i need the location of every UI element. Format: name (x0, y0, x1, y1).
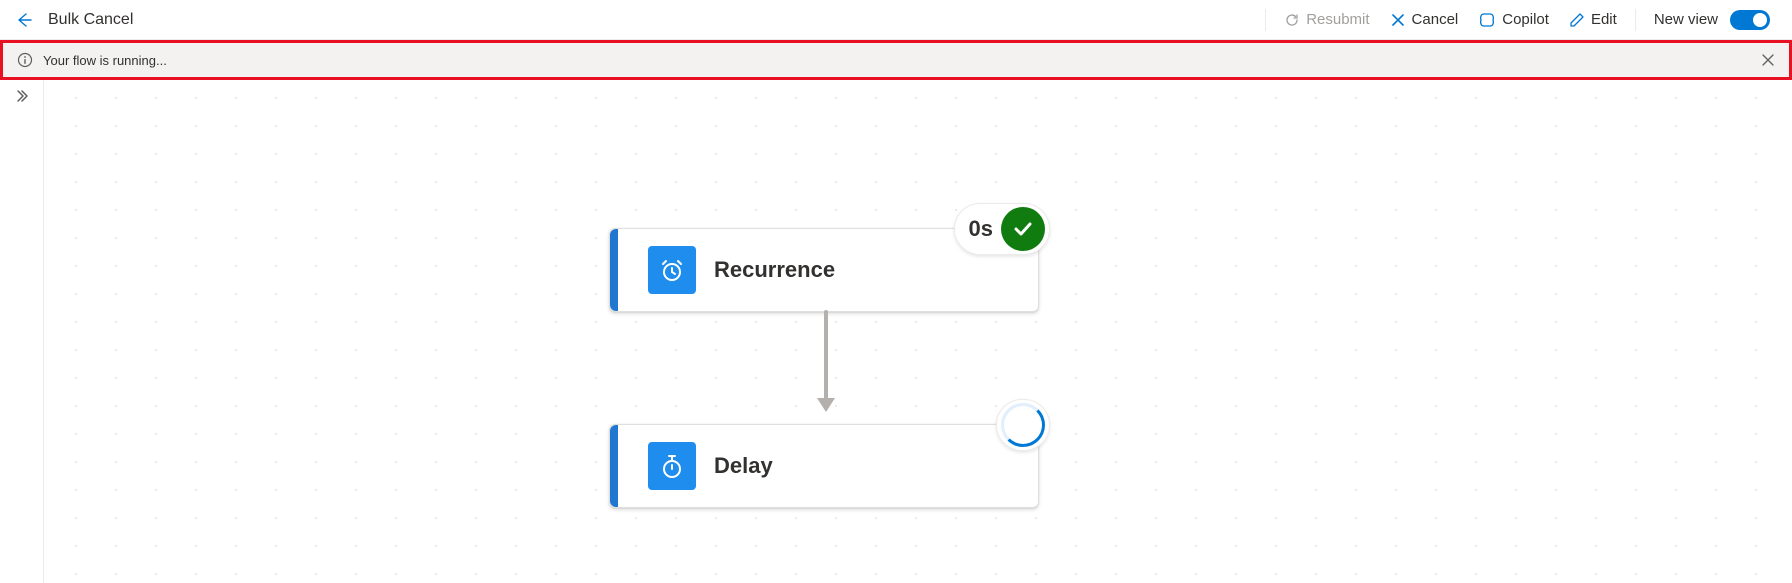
infobar-message: Your flow is running... (43, 53, 167, 68)
flow-node-delay[interactable]: Delay (609, 424, 1039, 508)
infobar-highlight: Your flow is running... (0, 40, 1792, 80)
canvas-area: Recurrence 0s Delay (0, 80, 1792, 583)
node-status-badge (996, 399, 1050, 451)
node-label: Recurrence (714, 257, 835, 283)
cancel-button[interactable]: Cancel (1382, 7, 1467, 32)
clock-icon (648, 246, 696, 294)
edit-label: Edit (1591, 11, 1617, 28)
status-duration: 0s (969, 216, 993, 242)
resubmit-label: Resubmit (1306, 11, 1369, 28)
copilot-label: Copilot (1502, 11, 1549, 28)
infobar: Your flow is running... (3, 43, 1789, 77)
node-accent (610, 425, 618, 507)
flow-canvas[interactable]: Recurrence 0s Delay (44, 80, 1792, 583)
separator (1635, 9, 1636, 31)
node-accent (610, 229, 618, 311)
new-view-toggle-group: New view (1646, 6, 1778, 34)
close-icon (1390, 12, 1406, 28)
new-view-label: New view (1654, 11, 1718, 28)
pencil-icon (1569, 12, 1585, 28)
flow-connector (824, 310, 828, 410)
toolbar-left: Bulk Cancel (14, 10, 133, 30)
refresh-icon (1284, 12, 1300, 28)
flow-node-recurrence[interactable]: Recurrence 0s (609, 228, 1039, 312)
node-status-badge: 0s (954, 203, 1050, 255)
back-arrow-icon[interactable] (14, 10, 34, 30)
spinner-icon (1001, 403, 1045, 447)
checkmark-icon (1001, 207, 1045, 251)
resubmit-button: Resubmit (1276, 7, 1377, 32)
infobar-close-icon[interactable] (1761, 53, 1775, 67)
node-label: Delay (714, 453, 773, 479)
separator (1265, 9, 1266, 31)
toolbar-right: Resubmit Cancel Copilot Edit New view (1259, 6, 1778, 34)
edit-button[interactable]: Edit (1561, 7, 1625, 32)
cancel-label: Cancel (1412, 11, 1459, 28)
new-view-toggle[interactable] (1730, 10, 1770, 30)
info-icon (17, 52, 33, 68)
expand-sidebar-icon[interactable] (14, 88, 30, 104)
copilot-icon (1478, 11, 1496, 29)
copilot-button[interactable]: Copilot (1470, 7, 1557, 33)
sidebar-collapsed (0, 80, 44, 583)
stopwatch-icon (648, 442, 696, 490)
top-toolbar: Bulk Cancel Resubmit Cancel Copilot Ed (0, 0, 1792, 40)
page-title: Bulk Cancel (48, 11, 133, 29)
